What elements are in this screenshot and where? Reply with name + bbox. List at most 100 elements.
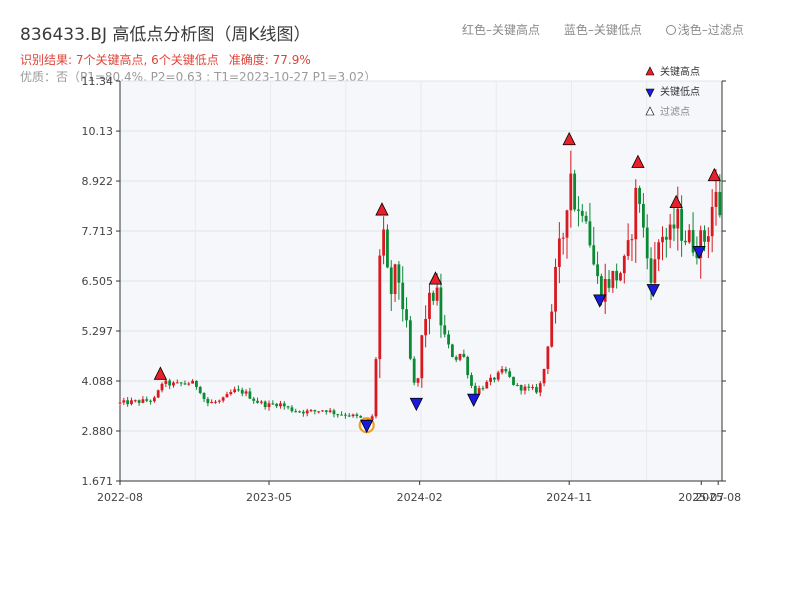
- candle-body: [183, 383, 187, 385]
- candle-body: [160, 383, 164, 391]
- candle-body: [710, 206, 714, 237]
- candle-body: [244, 391, 248, 394]
- candle-body: [351, 414, 355, 417]
- candle-body: [118, 402, 122, 404]
- candle-body: [191, 380, 194, 384]
- y-tick-label: 1.671: [82, 475, 114, 488]
- candle-body: [592, 245, 596, 265]
- candle-body: [554, 266, 557, 312]
- candle-body: [584, 215, 588, 222]
- candle-body: [179, 382, 183, 384]
- candle-body: [420, 335, 424, 379]
- candle-body: [271, 403, 275, 405]
- candle-body: [573, 173, 577, 210]
- candle-body: [496, 372, 500, 380]
- y-tick-label: 2.880: [82, 425, 114, 438]
- candle-body: [619, 273, 622, 281]
- candle-body: [657, 242, 661, 260]
- candle-body: [687, 230, 691, 243]
- candle-body: [233, 389, 237, 393]
- candle-body: [607, 279, 611, 288]
- candle-body: [500, 369, 504, 373]
- candle-body: [225, 394, 229, 398]
- candle-body: [275, 403, 279, 407]
- y-tick-label: 8.922: [82, 175, 114, 188]
- candle-body: [164, 380, 168, 384]
- candle-body: [229, 392, 233, 395]
- kline-chart: 1.671 2.880 4.088 5.297 6.505 7.713 8.922 10.13…: [82, 65, 742, 504]
- candle-body: [428, 292, 431, 319]
- candle-body: [217, 400, 221, 402]
- candle-body: [569, 173, 573, 211]
- candle-body: [477, 388, 481, 394]
- candle-body: [405, 309, 408, 321]
- candle-body: [389, 267, 393, 295]
- candle-body: [718, 191, 722, 216]
- candle-body: [580, 210, 584, 216]
- candle-body: [596, 264, 599, 277]
- candle-body: [668, 224, 672, 240]
- candle-body: [324, 410, 328, 412]
- candle-body: [714, 191, 718, 207]
- candle-body: [374, 359, 378, 417]
- x-tick-label: 2024-11: [546, 491, 592, 504]
- candle-body: [149, 400, 152, 402]
- candle-body: [237, 389, 240, 391]
- candle-body: [382, 229, 386, 256]
- candle-body: [638, 187, 641, 204]
- x-tick-label: 2025-08: [695, 491, 741, 504]
- candle-body: [202, 393, 206, 399]
- candle-body: [680, 208, 684, 241]
- candle-body: [485, 381, 489, 389]
- candle-body: [240, 389, 244, 394]
- y-tick-label: 10.13: [82, 125, 114, 138]
- candle-body: [661, 236, 664, 243]
- candle-body: [634, 187, 638, 240]
- candle-body: [252, 398, 256, 401]
- candle-body: [248, 391, 252, 399]
- candle-body: [198, 386, 202, 394]
- candle-body: [504, 369, 508, 372]
- candle-body: [424, 318, 428, 336]
- candle-body: [527, 386, 531, 388]
- y-tick-label: 6.505: [82, 275, 114, 288]
- candle-body: [294, 411, 298, 413]
- candle-body: [588, 221, 592, 246]
- candle-body: [401, 282, 405, 310]
- candle-body: [431, 292, 435, 301]
- candle-body: [256, 400, 259, 403]
- y-tick-label: 7.713: [82, 225, 114, 238]
- candle-body: [313, 410, 317, 412]
- candle-body: [443, 325, 447, 335]
- candle-body: [630, 239, 634, 241]
- candle-body: [489, 377, 492, 382]
- candle-body: [550, 311, 554, 347]
- candle-body: [538, 383, 542, 393]
- candle-body: [282, 403, 286, 407]
- candle-body: [531, 387, 535, 389]
- y-tick-label: 5.297: [82, 325, 114, 338]
- candle-body: [195, 380, 198, 387]
- candle-body: [557, 238, 561, 267]
- candle-body: [137, 400, 141, 403]
- candle-body: [458, 353, 462, 360]
- candle-body: [519, 384, 523, 391]
- candle-body: [561, 237, 565, 239]
- candle-body: [649, 258, 653, 283]
- candle-body: [187, 383, 191, 385]
- candle-body: [535, 387, 538, 393]
- candle-body: [684, 240, 687, 243]
- candle-body: [386, 229, 389, 268]
- candle-body: [611, 270, 615, 288]
- candle-body: [328, 410, 332, 412]
- candle-body: [133, 400, 137, 402]
- candle-body: [481, 388, 485, 390]
- candle-body: [214, 401, 217, 403]
- x-tick-label: 2022-08: [97, 491, 143, 504]
- x-tick-label: 2023-05: [246, 491, 292, 504]
- candle-body: [672, 224, 676, 229]
- candle-body: [565, 210, 569, 238]
- candle-body: [512, 376, 515, 385]
- candle-body: [447, 334, 450, 345]
- candle-body: [706, 236, 710, 242]
